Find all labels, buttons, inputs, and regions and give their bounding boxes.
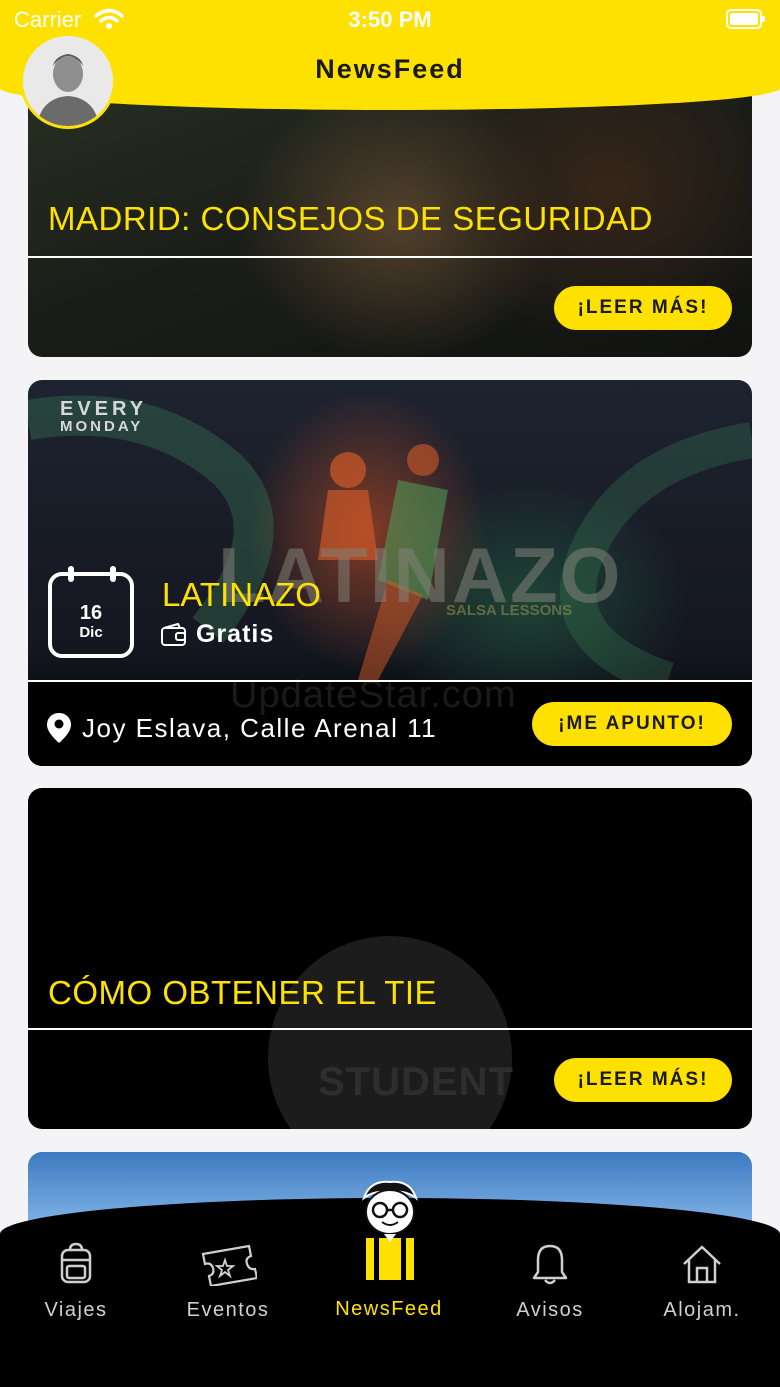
status-bar: Carrier 3:50 PM: [0, 0, 780, 40]
student-logo-text: STUDENT: [318, 1060, 514, 1104]
ticket-icon: [201, 1244, 259, 1288]
event-date-calendar: 16 Dic: [48, 566, 134, 658]
profile-avatar[interactable]: [20, 33, 116, 129]
event-price-row: Gratis: [160, 620, 274, 649]
tab-label: Eventos: [186, 1299, 270, 1321]
news-card-safety[interactable]: MADRID: CONSEJOS DE SEGURIDAD ¡LEER MÁS!: [28, 70, 752, 357]
tab-label: NewsFeed: [335, 1298, 443, 1320]
tab-newsfeed[interactable]: NewsFeed: [311, 1298, 467, 1321]
mascot-icon[interactable]: [354, 1176, 426, 1284]
bell-icon: [532, 1244, 568, 1285]
event-poster-subtitle: SALSA LESSONS: [446, 602, 573, 619]
tab-eventos[interactable]: Eventos: [150, 1242, 306, 1322]
watermark: UpdateStar.com: [230, 674, 517, 716]
tab-alojamiento[interactable]: Alojam.: [624, 1242, 780, 1322]
tab-label: Alojam.: [663, 1299, 741, 1321]
event-location-text: Joy Eslava, Calle Arenal 11: [82, 712, 438, 743]
event-date-month: Dic: [79, 624, 103, 641]
house-icon: [683, 1245, 721, 1284]
location-pin-icon: [47, 713, 71, 743]
read-more-button[interactable]: ¡LEER MÁS!: [554, 286, 732, 330]
card-title: MADRID: CONSEJOS DE SEGURIDAD: [48, 200, 653, 237]
card-divider: [28, 1028, 752, 1030]
news-card-tie[interactable]: STUDENT CÓMO OBTENER EL TIE ¡LEER MÁS!: [28, 788, 752, 1129]
sign-up-button[interactable]: ¡ME APUNTO!: [532, 702, 732, 746]
tab-label: Avisos: [516, 1299, 584, 1321]
page-title: NewsFeed: [315, 54, 465, 84]
card-title: CÓMO OBTENER EL TIE: [48, 974, 438, 1011]
promo-text: EVERY MONDAY: [60, 398, 148, 435]
user-silhouette-icon: [23, 36, 113, 126]
read-more-button[interactable]: ¡LEER MÁS!: [554, 1058, 732, 1102]
tab-label: Viajes: [44, 1299, 108, 1321]
event-date-day: 16: [79, 602, 103, 624]
event-name: LATINAZO: [162, 576, 321, 613]
tab-viajes[interactable]: Viajes: [0, 1242, 154, 1322]
battery-icon: [726, 9, 765, 29]
wallet-icon: [161, 622, 186, 646]
backpack-icon: [60, 1242, 92, 1284]
tab-avisos[interactable]: Avisos: [472, 1242, 628, 1322]
clock: 3:50 PM: [348, 7, 432, 32]
card-divider: [28, 256, 752, 258]
event-price: Gratis: [196, 620, 275, 648]
header-bar: Carrier 3:50 PM NewsFeed: [0, 0, 780, 110]
